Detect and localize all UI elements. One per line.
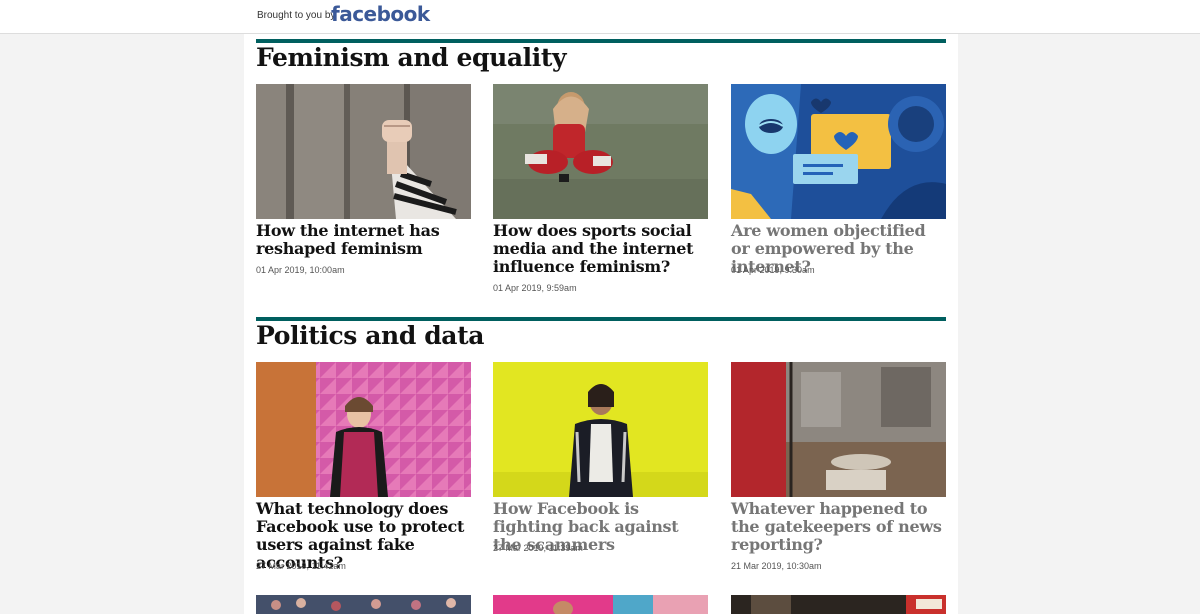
facebook-logo[interactable]: facebook (331, 2, 430, 26)
sponsor-bar: Brought to you by facebook (0, 0, 1200, 34)
article-date: 21 Mar 2019, 10:30am (731, 561, 822, 571)
raised-fist-photo[interactable] (256, 84, 471, 219)
sponsor-text: Brought to you by (257, 10, 336, 21)
social-media-illustration[interactable] (731, 84, 946, 219)
woman-pink-wall-photo[interactable] (256, 362, 471, 497)
article-card[interactable] (731, 595, 946, 614)
crowd-photo[interactable] (256, 595, 471, 614)
street-night-photo[interactable] (731, 595, 946, 614)
colorful-wall-photo[interactable] (493, 595, 708, 614)
article-date: 27 Mar 2019, 11:39am (493, 543, 583, 553)
section-heading[interactable]: Politics and data (256, 321, 484, 350)
main-content: Feminism and equality How the internet h… (244, 34, 958, 614)
cafe-window-photo[interactable] (731, 362, 946, 497)
article-date: 01 Apr 2019, 10:00am (256, 265, 345, 275)
woman-yellow-wall-photo[interactable] (493, 362, 708, 497)
article-headline[interactable]: How does sports social media and the int… (493, 222, 708, 276)
article-headline[interactable]: Whatever happened to the gatekeepers of … (731, 500, 946, 554)
article-date: 01 Apr 2019, 9:30am (731, 265, 815, 275)
article-date: 01 Apr 2019, 9:59am (493, 283, 577, 293)
article-date: 27 Mar 2019, 11:42am (256, 561, 346, 571)
section-heading[interactable]: Feminism and equality (256, 43, 567, 72)
article-card[interactable] (256, 595, 471, 614)
article-card[interactable] (493, 595, 708, 614)
article-headline[interactable]: How the internet has reshaped feminism (256, 222, 471, 258)
footballer-sitting-photo[interactable] (493, 84, 708, 219)
